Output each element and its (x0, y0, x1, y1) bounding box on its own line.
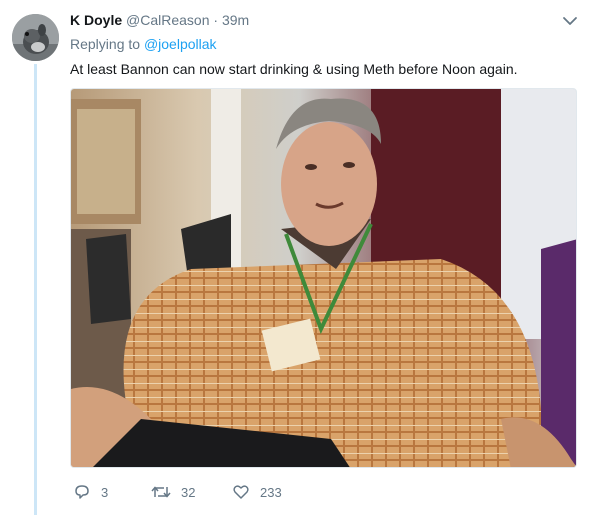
replying-to-mention-link[interactable]: @joelpollak (144, 36, 217, 52)
squirrel-avatar-icon (12, 14, 59, 61)
user-avatar[interactable] (12, 14, 59, 61)
author-display-name[interactable]: K Doyle (70, 12, 122, 28)
like-count: 233 (260, 484, 282, 500)
tweet-timestamp[interactable]: 39m (222, 12, 249, 28)
photo-image (71, 89, 576, 467)
retweet-icon (151, 486, 171, 498)
reply-bubble-icon (75, 485, 89, 499)
replying-to-label: Replying to (70, 36, 141, 52)
tweet-actions: 3 32 233 (70, 481, 490, 503)
header-separator: · (213, 12, 219, 28)
author-handle[interactable]: @CalReason (126, 12, 209, 28)
tweet-text: At least Bannon can now start drinking &… (70, 61, 518, 77)
chevron-down-icon[interactable] (562, 15, 578, 27)
tweet-photo[interactable] (70, 88, 577, 468)
tweet-card[interactable]: K Doyle @CalReason · 39m Replying to @jo… (0, 0, 602, 515)
tweet-content: K Doyle @CalReason · 39m Replying to @jo… (70, 10, 578, 79)
reply-button[interactable]: 3 (73, 481, 108, 503)
thread-connector-line (34, 64, 37, 515)
like-button[interactable]: 233 (232, 481, 282, 503)
replying-to-line: Replying to @joelpollak (70, 35, 578, 53)
retweet-count: 32 (181, 484, 196, 500)
reply-count: 3 (101, 484, 109, 500)
tweet-header: K Doyle @CalReason · 39m (70, 10, 578, 30)
retweet-button[interactable]: 32 (151, 481, 195, 503)
heart-icon (233, 485, 249, 499)
